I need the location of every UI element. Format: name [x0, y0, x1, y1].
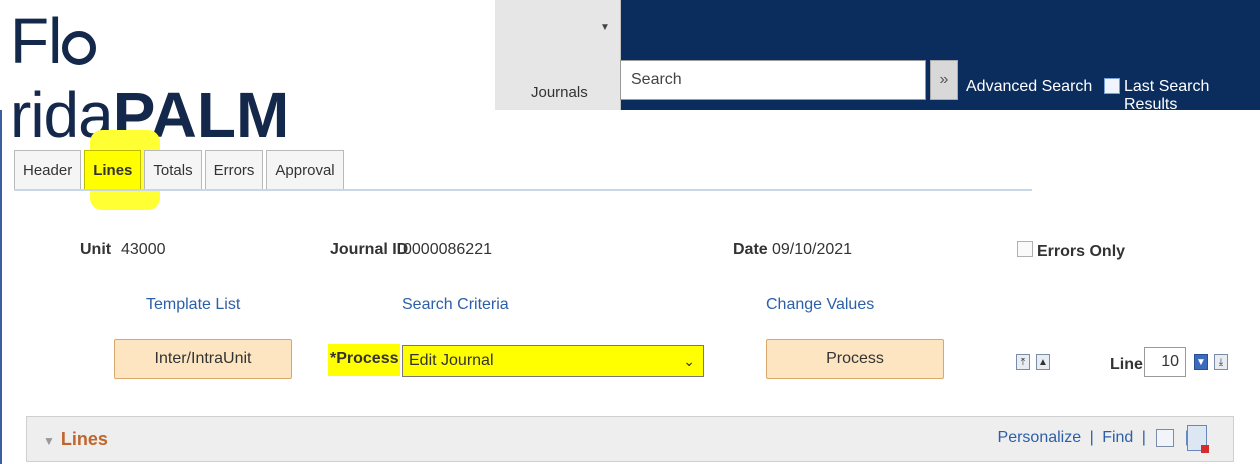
unit-label: Unit — [80, 241, 112, 258]
errors-only-label: Errors Only — [1037, 243, 1126, 260]
tab-totals[interactable]: Totals — [144, 150, 202, 189]
change-values-link[interactable]: Change Values — [766, 296, 874, 314]
florida-palm-logo: FlridaPALM — [10, 4, 330, 151]
grid-toolbar: Personalize | Find | | — [998, 429, 1193, 447]
first-row-icon[interactable]: ⤒ — [1016, 354, 1030, 370]
advanced-search-link[interactable]: Advanced Search — [966, 78, 1092, 96]
page-left-border — [0, 110, 2, 464]
search-go-button[interactable]: » — [930, 60, 958, 100]
process-label: *Process — [330, 350, 399, 367]
logo-orange-icon — [62, 31, 97, 65]
chevron-down-icon: ▼ — [600, 22, 610, 33]
tab-underline — [14, 189, 1032, 191]
search-input[interactable]: Search — [620, 60, 926, 100]
next-row-icon[interactable]: ▼ — [1194, 354, 1208, 370]
module-label: Journals — [531, 84, 588, 101]
toolbar-separator: | — [1089, 429, 1094, 447]
line-label: Line — [1110, 356, 1143, 373]
journal-id-label: Journal ID — [330, 241, 409, 258]
chevron-down-icon: ⌄ — [683, 353, 695, 369]
tab-header[interactable]: Header — [14, 150, 82, 189]
line-number-input[interactable]: 10 — [1144, 347, 1186, 377]
view-all-icon[interactable] — [1156, 429, 1175, 447]
last-row-icon[interactable]: ⤓ — [1214, 354, 1228, 370]
date-value: 09/10/2021 — [772, 241, 853, 258]
module-dropdown[interactable]: ▼ Journals — [495, 0, 621, 110]
previous-row-icon[interactable]: ▲ — [1036, 354, 1050, 370]
lines-section-title[interactable]: ▼ Lines — [43, 429, 108, 450]
search-results-icon[interactable] — [1104, 78, 1120, 94]
toolbar-separator: | — [1141, 429, 1146, 447]
app-header: FlridaPALM ▼ Journals Search » Advanced … — [0, 0, 1260, 151]
tab-bar: Header Lines Totals Errors Approval — [14, 150, 347, 190]
tab-lines[interactable]: Lines — [84, 150, 142, 189]
process-select[interactable]: Edit Journal ⌄ — [402, 345, 704, 377]
tab-approval[interactable]: Approval — [266, 150, 344, 189]
process-button[interactable]: Process — [766, 339, 944, 379]
process-selected-value: Edit Journal — [409, 352, 494, 369]
collapse-triangle-icon: ▼ — [43, 434, 55, 448]
find-link[interactable]: Find — [1102, 429, 1133, 446]
journal-id-value: 0000086221 — [403, 241, 492, 258]
search-placeholder: Search — [631, 71, 682, 88]
date-label: Date — [733, 241, 768, 258]
inter-intra-unit-button[interactable]: Inter/IntraUnit — [114, 339, 292, 379]
tab-errors[interactable]: Errors — [204, 150, 264, 189]
download-to-excel-icon[interactable] — [1187, 425, 1209, 453]
lines-section-header: ▼ Lines Personalize | Find | | — [26, 416, 1234, 462]
template-list-link[interactable]: Template List — [146, 296, 240, 314]
errors-only-checkbox[interactable] — [1017, 241, 1033, 257]
last-search-results-link[interactable]: Last Search Results — [1124, 78, 1260, 114]
lines-section-label: Lines — [60, 429, 108, 449]
unit-value: 43000 — [121, 241, 166, 258]
search-criteria-link[interactable]: Search Criteria — [402, 296, 509, 314]
logo-text-fl: Fl — [10, 5, 62, 77]
personalize-link[interactable]: Personalize — [998, 429, 1082, 446]
